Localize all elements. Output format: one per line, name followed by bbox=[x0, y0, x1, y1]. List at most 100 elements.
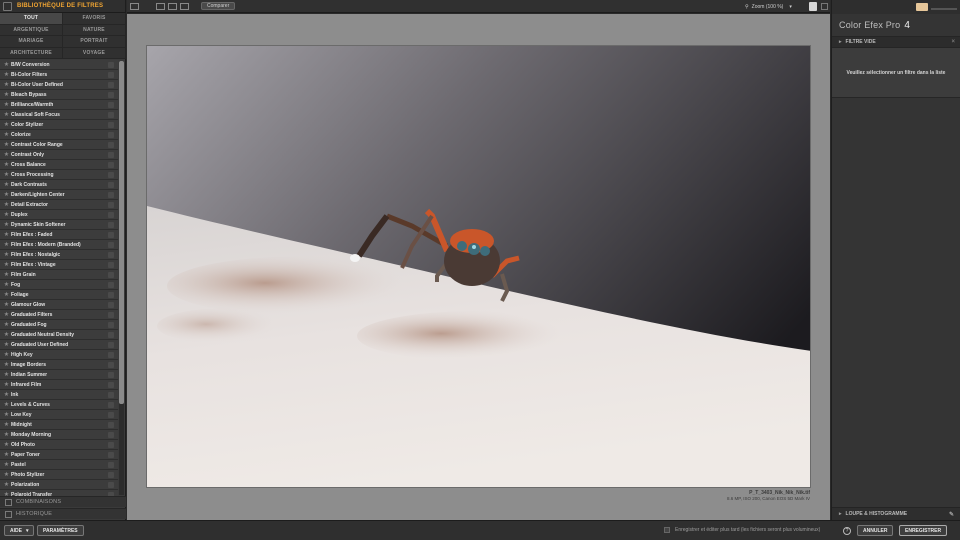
filter-list-item[interactable]: ★ Foliage bbox=[0, 290, 118, 300]
filter-list-item[interactable]: ★ Bi-Color Filters bbox=[0, 70, 118, 80]
add-to-combination-icon[interactable] bbox=[108, 471, 114, 478]
filter-list-item[interactable]: ★ Pastel bbox=[0, 460, 118, 470]
favorite-star-icon[interactable]: ★ bbox=[2, 141, 11, 148]
filter-list-item[interactable]: ★ Brilliance/Warmth bbox=[0, 100, 118, 110]
favorite-star-icon[interactable]: ★ bbox=[2, 81, 11, 88]
category-tab-tout[interactable]: TOUT bbox=[0, 13, 63, 25]
favorite-star-icon[interactable]: ★ bbox=[2, 441, 11, 448]
favorite-star-icon[interactable]: ★ bbox=[2, 401, 11, 408]
pin-icon[interactable]: ✎ bbox=[949, 511, 954, 518]
filter-list-item[interactable]: ★ Duplex bbox=[0, 210, 118, 220]
favorite-star-icon[interactable]: ★ bbox=[2, 61, 11, 68]
favorite-star-icon[interactable]: ★ bbox=[2, 131, 11, 138]
favorite-star-icon[interactable]: ★ bbox=[2, 191, 11, 198]
category-tab-portrait[interactable]: PORTRAIT bbox=[63, 36, 126, 48]
favorite-star-icon[interactable]: ★ bbox=[2, 241, 11, 248]
save-button[interactable]: ENREGISTRER bbox=[899, 525, 948, 536]
preview-photo[interactable] bbox=[146, 45, 811, 488]
filter-list-item[interactable]: ★ Bi-Color User Defined bbox=[0, 80, 118, 90]
filter-list-item[interactable]: ★ Bleach Bypass bbox=[0, 90, 118, 100]
add-to-combination-icon[interactable] bbox=[108, 371, 114, 378]
add-to-combination-icon[interactable] bbox=[108, 131, 114, 138]
navigator-icon[interactable] bbox=[809, 2, 817, 11]
favorite-star-icon[interactable]: ★ bbox=[2, 261, 11, 268]
scrollbar-thumb[interactable] bbox=[119, 61, 124, 404]
add-to-combination-icon[interactable] bbox=[108, 181, 114, 188]
side-by-side-view-icon[interactable] bbox=[180, 2, 189, 10]
favorite-star-icon[interactable]: ★ bbox=[2, 71, 11, 78]
history-section[interactable]: HISTORIQUE bbox=[0, 508, 126, 519]
favorite-star-icon[interactable]: ★ bbox=[2, 371, 11, 378]
filter-list-item[interactable]: ★ Old Photo bbox=[0, 440, 118, 450]
category-tab-architecture[interactable]: ARCHITECTURE bbox=[0, 47, 63, 59]
loupe-histogram-section[interactable]: ▸ LOUPE & HISTOGRAMME ✎ bbox=[832, 507, 960, 520]
add-to-combination-icon[interactable] bbox=[108, 61, 114, 68]
favorite-star-icon[interactable]: ★ bbox=[2, 411, 11, 418]
favorite-star-icon[interactable]: ★ bbox=[2, 251, 11, 258]
filter-list-item[interactable]: ★ Contrast Color Range bbox=[0, 140, 118, 150]
filter-list-item[interactable]: ★ Photo Stylizer bbox=[0, 470, 118, 480]
add-to-combination-icon[interactable] bbox=[108, 311, 114, 318]
favorite-star-icon[interactable]: ★ bbox=[2, 461, 11, 468]
add-to-combination-icon[interactable] bbox=[108, 151, 114, 158]
favorite-star-icon[interactable]: ★ bbox=[2, 91, 11, 98]
add-to-combination-icon[interactable] bbox=[108, 451, 114, 458]
help-icon[interactable]: ? bbox=[843, 527, 851, 535]
add-to-combination-icon[interactable] bbox=[108, 391, 114, 398]
filter-list-item[interactable]: ★ Film Efex : Vintage bbox=[0, 260, 118, 270]
favorite-star-icon[interactable]: ★ bbox=[2, 451, 11, 458]
filter-list-item[interactable]: ★ Film Efex : Faded bbox=[0, 230, 118, 240]
filter-list-item[interactable]: ★ Cross Balance bbox=[0, 160, 118, 170]
add-to-combination-icon[interactable] bbox=[108, 351, 114, 358]
favorite-star-icon[interactable]: ★ bbox=[2, 111, 11, 118]
filter-list-item[interactable]: ★ Dark Contrasts bbox=[0, 180, 118, 190]
filter-list-item[interactable]: ★ Graduated Filters bbox=[0, 310, 118, 320]
filter-list-scrollbar[interactable] bbox=[119, 61, 124, 495]
add-to-combination-icon[interactable] bbox=[108, 191, 114, 198]
filter-list-item[interactable]: ★ Midnight bbox=[0, 420, 118, 430]
filter-list-item[interactable]: ★ Levels & Curves bbox=[0, 400, 118, 410]
category-tab-voyage[interactable]: VOYAGE bbox=[63, 47, 126, 59]
filter-section-header[interactable]: ▸ FILTRE VIDE × bbox=[832, 36, 960, 48]
add-to-combination-icon[interactable] bbox=[108, 111, 114, 118]
favorite-star-icon[interactable]: ★ bbox=[2, 161, 11, 168]
filter-list-item[interactable]: ★ Paper Toner bbox=[0, 450, 118, 460]
add-to-combination-icon[interactable] bbox=[108, 441, 114, 448]
filter-list-item[interactable]: ★ Graduated Fog bbox=[0, 320, 118, 330]
favorite-star-icon[interactable]: ★ bbox=[2, 121, 11, 128]
add-to-combination-icon[interactable] bbox=[108, 81, 114, 88]
filter-list-item[interactable]: ★ Graduated Neutral Density bbox=[0, 330, 118, 340]
filter-library-header[interactable]: BIBLIOTHÈQUE DE FILTRES bbox=[0, 0, 125, 13]
add-to-combination-icon[interactable] bbox=[108, 411, 114, 418]
add-to-combination-icon[interactable] bbox=[108, 291, 114, 298]
filter-list-item[interactable]: ★ B/W Conversion bbox=[0, 60, 118, 70]
favorite-star-icon[interactable]: ★ bbox=[2, 361, 11, 368]
cancel-button[interactable]: ANNULER bbox=[857, 525, 894, 536]
add-to-combination-icon[interactable] bbox=[108, 251, 114, 258]
filter-list-item[interactable]: ★ Monday Morning bbox=[0, 430, 118, 440]
settings-button[interactable]: PARAMÈTRES bbox=[37, 525, 84, 536]
filter-list-item[interactable]: ★ Classical Soft Focus bbox=[0, 110, 118, 120]
favorite-star-icon[interactable]: ★ bbox=[2, 471, 11, 478]
favorite-star-icon[interactable]: ★ bbox=[2, 271, 11, 278]
save-and-edit-later-option[interactable]: Enregistrer et éditer plus tard (les fic… bbox=[664, 527, 820, 533]
single-view-icon[interactable] bbox=[156, 2, 165, 10]
filter-list-item[interactable]: ★ Fog bbox=[0, 280, 118, 290]
toggle-right-panel-icon[interactable] bbox=[821, 3, 828, 10]
add-to-combination-icon[interactable] bbox=[108, 361, 114, 368]
favorite-star-icon[interactable]: ★ bbox=[2, 231, 11, 238]
filter-list-item[interactable]: ★ Film Efex : Nostalgic bbox=[0, 250, 118, 260]
toggle-left-panel-icon[interactable] bbox=[130, 2, 139, 10]
filter-list-item[interactable]: ★ Film Efex : Modern (Branded) bbox=[0, 240, 118, 250]
filter-list-item[interactable]: ★ Detail Extractor bbox=[0, 200, 118, 210]
category-tab-mariage[interactable]: MARIAGE bbox=[0, 36, 63, 48]
combinations-section[interactable]: COMBINAISONS bbox=[0, 496, 126, 507]
favorite-star-icon[interactable]: ★ bbox=[2, 351, 11, 358]
add-to-combination-icon[interactable] bbox=[108, 321, 114, 328]
add-to-combination-icon[interactable] bbox=[108, 331, 114, 338]
add-to-combination-icon[interactable] bbox=[108, 171, 114, 178]
filter-list-item[interactable]: ★ Cross Processing bbox=[0, 170, 118, 180]
favorite-star-icon[interactable]: ★ bbox=[2, 211, 11, 218]
favorite-star-icon[interactable]: ★ bbox=[2, 151, 11, 158]
split-view-icon[interactable] bbox=[168, 2, 177, 10]
